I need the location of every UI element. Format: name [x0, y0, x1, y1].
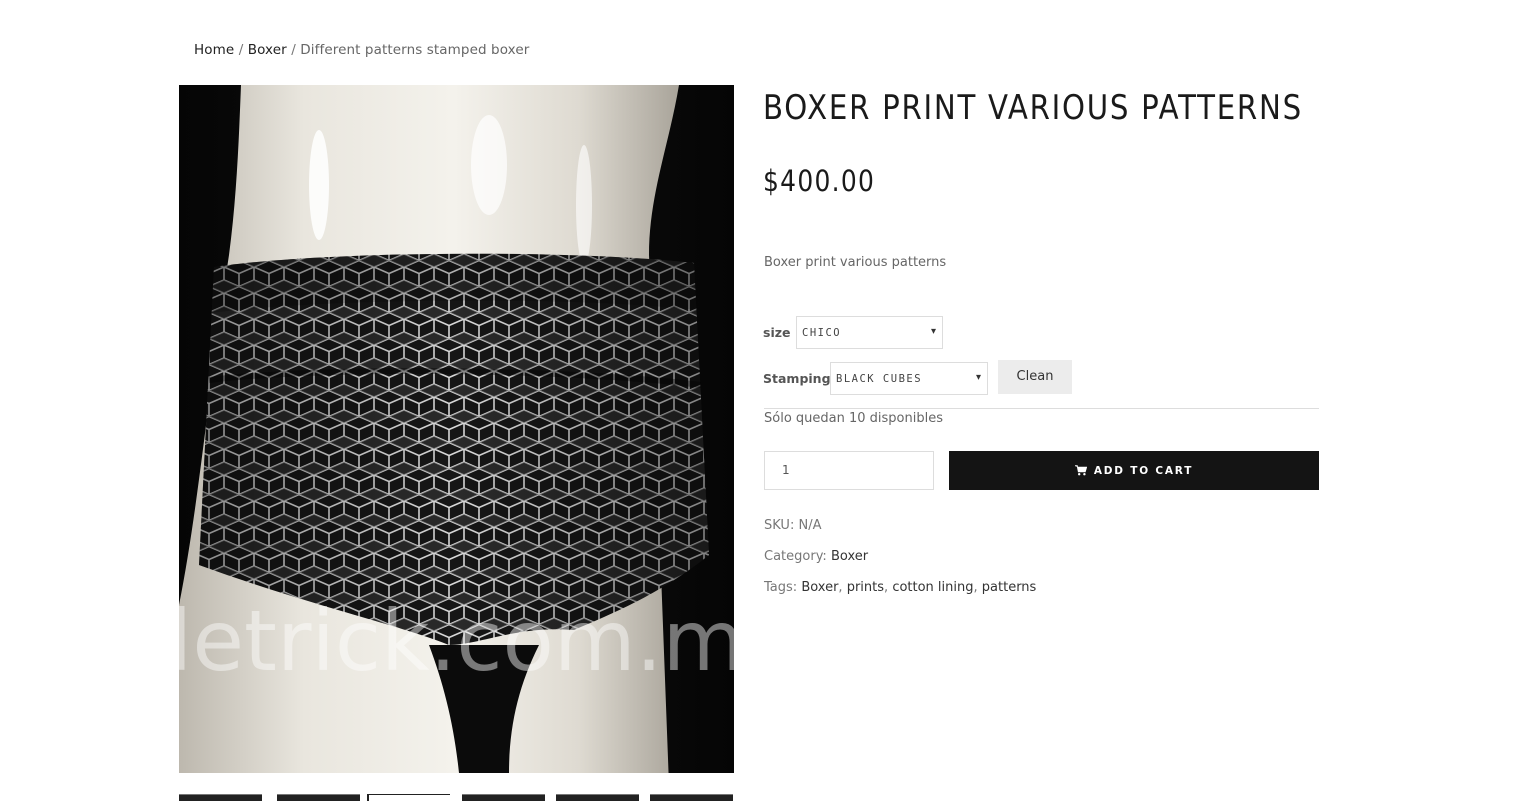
- product-main-image[interactable]: letrick.com.m: [179, 85, 734, 773]
- breadcrumb-current: Different patterns stamped boxer: [300, 42, 530, 58]
- breadcrumb-separator: /: [291, 42, 296, 58]
- thumbnail[interactable]: [277, 794, 360, 801]
- stock-status: Sólo quedan 10 disponibles: [764, 411, 943, 426]
- thumbnail[interactable]: [650, 794, 733, 801]
- tag-link[interactable]: Boxer: [801, 580, 838, 595]
- chevron-down-icon: ▾: [930, 326, 936, 337]
- product-price: $400.00: [763, 164, 876, 198]
- category-row: Category: Boxer: [764, 549, 868, 564]
- breadcrumb: Home / Boxer / Different patterns stampe…: [194, 42, 529, 58]
- stamping-select[interactable]: BLACK CUBES ▾: [830, 362, 988, 395]
- category-label: Category:: [764, 549, 827, 564]
- breadcrumb-home-link[interactable]: Home: [194, 42, 234, 58]
- add-to-cart-button[interactable]: ADD TO CART: [949, 451, 1319, 490]
- tags-label: Tags:: [764, 580, 798, 595]
- product-short-description: Boxer print various patterns: [764, 255, 947, 270]
- thumbnail-strip: [179, 794, 734, 801]
- tag-link[interactable]: patterns: [982, 580, 1037, 595]
- thumbnail[interactable]: [556, 794, 639, 801]
- stamping-label: Stamping: [763, 371, 831, 386]
- clean-variations-button[interactable]: Clean: [998, 360, 1072, 394]
- cart-icon: [1074, 465, 1087, 476]
- thumbnail[interactable]: [462, 794, 545, 801]
- quantity-input[interactable]: 1: [764, 451, 934, 490]
- size-select-value: CHICO: [802, 327, 842, 339]
- breadcrumb-separator: /: [238, 42, 244, 58]
- tags-row: Tags: Boxer, prints, cotton lining, patt…: [764, 580, 1037, 595]
- size-label: size: [763, 325, 791, 340]
- stamping-select-value: BLACK CUBES: [836, 373, 923, 385]
- sku-row: SKU: N/A: [764, 518, 821, 533]
- category-link[interactable]: Boxer: [831, 549, 868, 564]
- tag-link[interactable]: prints: [847, 580, 884, 595]
- breadcrumb-category-link[interactable]: Boxer: [248, 42, 287, 58]
- sku-label: SKU:: [764, 518, 795, 533]
- watermark-text: letrick.com.m: [179, 592, 734, 690]
- thumbnail[interactable]: [367, 794, 450, 801]
- product-title: BOXER PRINT VARIOUS PATTERNS: [763, 88, 1303, 128]
- tag-link[interactable]: cotton lining: [892, 580, 973, 595]
- divider: [764, 408, 1319, 409]
- size-select[interactable]: CHICO ▾: [796, 316, 943, 349]
- sku-value: N/A: [798, 518, 822, 533]
- thumbnail[interactable]: [179, 794, 262, 801]
- add-to-cart-label: ADD TO CART: [1093, 464, 1194, 477]
- chevron-down-icon: ▾: [975, 372, 981, 383]
